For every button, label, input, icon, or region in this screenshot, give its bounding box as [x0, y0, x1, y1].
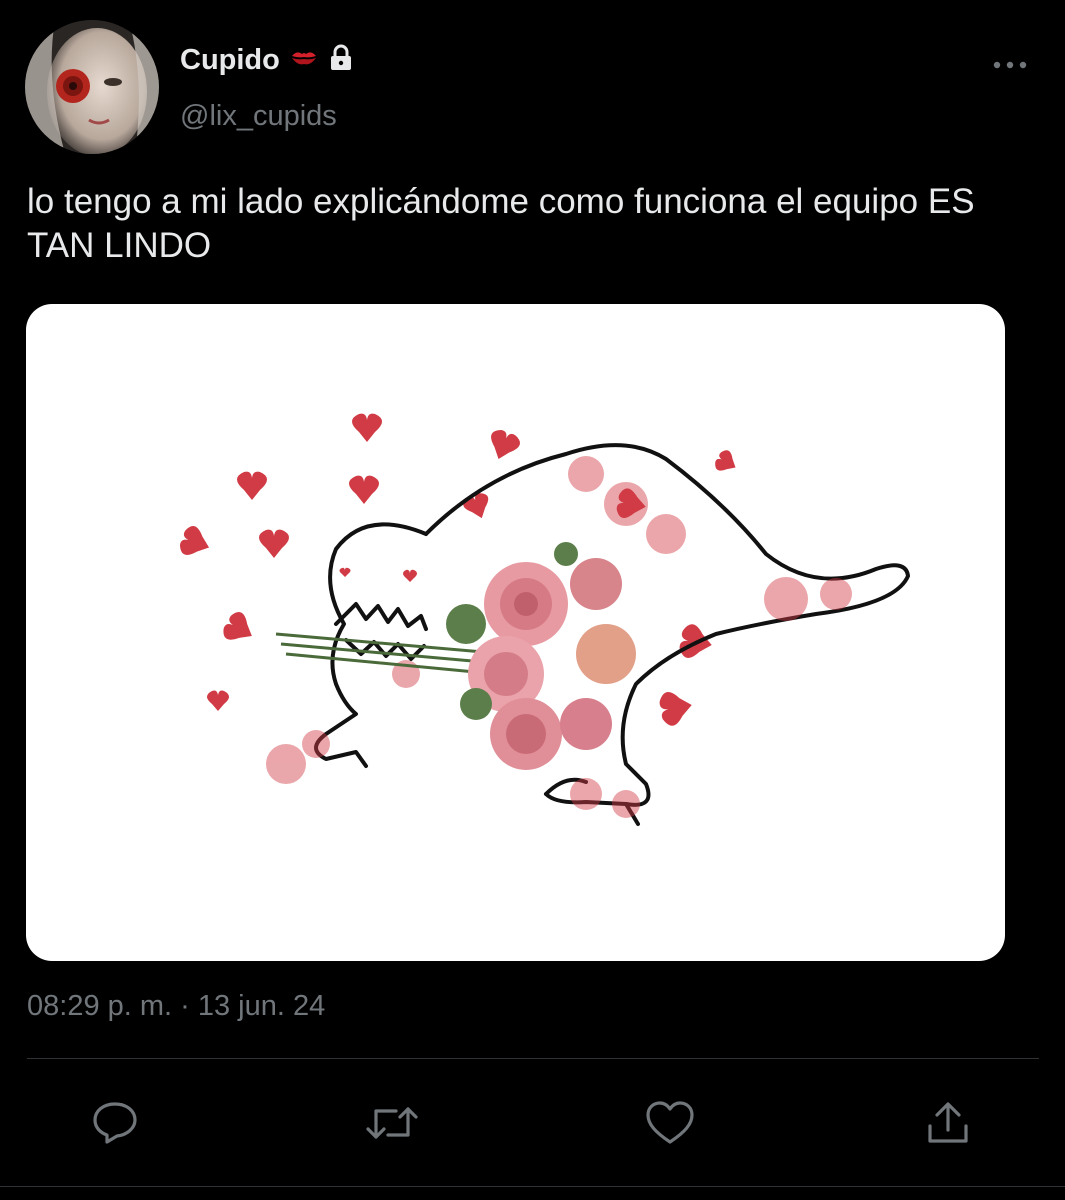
user-handle[interactable]: @lix_cupids	[180, 100, 337, 133]
creature-with-roses-illustration	[179, 413, 910, 826]
reply-icon	[91, 1100, 139, 1146]
divider	[27, 1058, 1039, 1059]
divider-bottom	[0, 1186, 1065, 1187]
lock-icon	[328, 44, 354, 77]
tweet-media-image[interactable]	[26, 304, 1005, 961]
share-icon	[925, 1100, 971, 1146]
tweet: Cupido @lix_cupids lo tengo a mi lado ex…	[0, 0, 1065, 1200]
share-button[interactable]	[923, 1098, 973, 1148]
like-button[interactable]	[645, 1098, 695, 1148]
more-options-icon[interactable]	[990, 50, 1030, 80]
tweet-timestamp[interactable]: 08:29 p. m. · 13 jun. 24	[27, 990, 325, 1023]
retweet-button[interactable]	[364, 1098, 420, 1148]
tweet-text: lo tengo a mi lado explicándome como fun…	[27, 182, 975, 265]
kiss-mark-icon	[290, 47, 318, 74]
reply-button[interactable]	[90, 1098, 140, 1148]
like-icon	[645, 1100, 695, 1146]
display-name-row: Cupido	[180, 42, 354, 78]
display-name[interactable]: Cupido	[180, 44, 280, 77]
avatar[interactable]	[25, 20, 159, 154]
avatar-image	[25, 20, 159, 154]
retweet-icon	[364, 1101, 420, 1145]
